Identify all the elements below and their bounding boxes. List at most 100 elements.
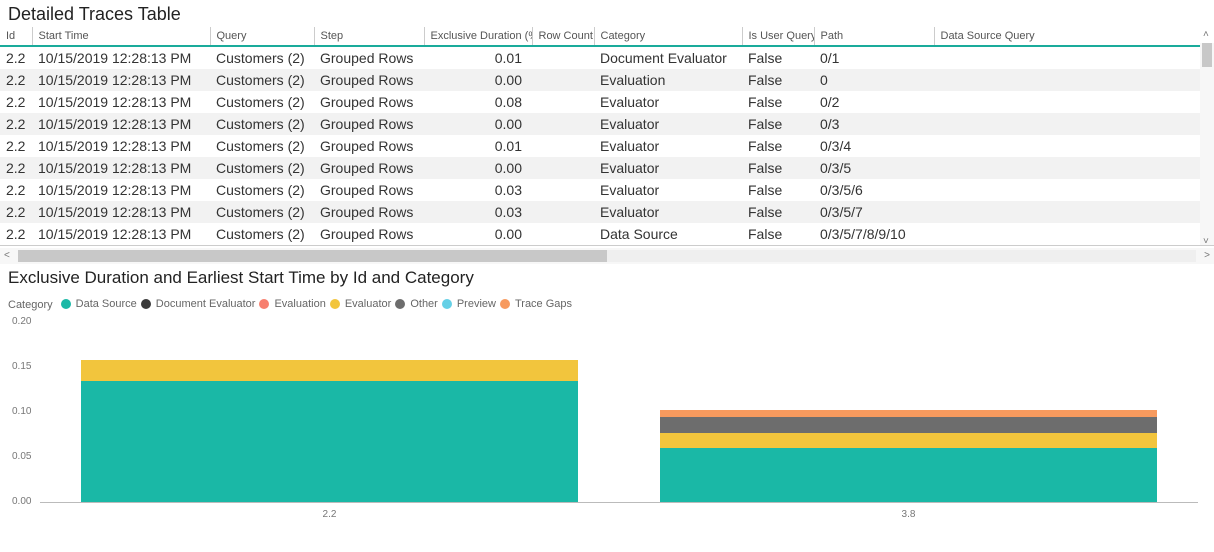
x-tick-label: 3.8 — [619, 509, 1198, 520]
bar-segment[interactable] — [660, 448, 1158, 502]
legend-label: Category — [8, 299, 53, 311]
scroll-left-icon[interactable]: < — [4, 250, 10, 261]
table-row[interactable]: 2.210/15/2019 12:28:13 PMCustomers (2)Gr… — [0, 46, 1214, 69]
table-row[interactable]: 2.210/15/2019 12:28:13 PMCustomers (2)Gr… — [0, 179, 1214, 201]
table-cell: Evaluator — [594, 91, 742, 113]
table-cell: Grouped Rows — [314, 179, 424, 201]
table-cell: 0/3/5 — [814, 157, 934, 179]
table-cell: False — [742, 46, 814, 69]
legend-swatch-icon — [442, 299, 452, 309]
table-row[interactable]: 2.210/15/2019 12:28:13 PMCustomers (2)Gr… — [0, 91, 1214, 113]
bar-slot: 3.8 — [619, 322, 1198, 502]
traces-table: IdStart TimeQueryStepExclusive Duration … — [0, 27, 1214, 245]
table-title: Detailed Traces Table — [0, 0, 1214, 27]
column-header[interactable]: Data Source Query — [934, 27, 1214, 46]
table-cell: 10/15/2019 12:28:13 PM — [32, 201, 210, 223]
x-tick-label: 2.2 — [40, 509, 619, 520]
table-cell: Grouped Rows — [314, 157, 424, 179]
table-cell: 2.2 — [0, 157, 32, 179]
legend-swatch-icon — [141, 299, 151, 309]
legend-swatch-icon — [395, 299, 405, 309]
legend-item[interactable]: Document Evaluator — [141, 298, 256, 310]
table-cell: 10/15/2019 12:28:13 PM — [32, 135, 210, 157]
column-header[interactable]: Query — [210, 27, 314, 46]
vertical-scroll-thumb[interactable] — [1202, 43, 1212, 67]
table-cell: Customers (2) — [210, 91, 314, 113]
table-cell: Customers (2) — [210, 157, 314, 179]
column-header[interactable]: Is User Query — [742, 27, 814, 46]
scroll-right-icon[interactable]: > — [1204, 250, 1210, 261]
table-cell: 0.00 — [424, 69, 532, 91]
legend-item[interactable]: Evaluator — [330, 298, 391, 310]
table-cell: Document Evaluator — [594, 46, 742, 69]
table-cell: False — [742, 69, 814, 91]
axis-line — [40, 502, 1198, 503]
table-cell: Customers (2) — [210, 223, 314, 245]
table-cell: 0.03 — [424, 179, 532, 201]
table-row[interactable]: 2.210/15/2019 12:28:13 PMCustomers (2)Gr… — [0, 223, 1214, 245]
bar-segment[interactable] — [81, 381, 579, 503]
table-cell: Grouped Rows — [314, 69, 424, 91]
column-header[interactable]: Id — [0, 27, 32, 46]
horizontal-scrollbar[interactable]: < > — [0, 248, 1214, 264]
table-header-row: IdStart TimeQueryStepExclusive Duration … — [0, 27, 1214, 46]
table-cell: 10/15/2019 12:28:13 PM — [32, 157, 210, 179]
legend-item[interactable]: Trace Gaps — [500, 298, 572, 310]
legend-text: Evaluator — [345, 298, 391, 310]
bar-segment[interactable] — [81, 360, 579, 381]
table-cell — [934, 69, 1214, 91]
chart-plot: 2.23.8 — [40, 322, 1198, 502]
column-header[interactable]: Category — [594, 27, 742, 46]
table-cell: 10/15/2019 12:28:13 PM — [32, 91, 210, 113]
column-header[interactable]: Exclusive Duration (%) — [424, 27, 532, 46]
bar-segment[interactable] — [660, 417, 1158, 433]
table-cell — [934, 179, 1214, 201]
table-row[interactable]: 2.210/15/2019 12:28:13 PMCustomers (2)Gr… — [0, 201, 1214, 223]
scroll-down-icon[interactable]: ˅ — [1203, 236, 1209, 247]
table-cell — [532, 201, 594, 223]
table-row[interactable]: 2.210/15/2019 12:28:13 PMCustomers (2)Gr… — [0, 157, 1214, 179]
traces-table-container: IdStart TimeQueryStepExclusive Duration … — [0, 27, 1214, 246]
legend-swatch-icon — [259, 299, 269, 309]
column-header[interactable]: Step — [314, 27, 424, 46]
table-cell — [934, 157, 1214, 179]
scroll-up-icon[interactable]: ˄ — [1203, 29, 1209, 40]
horizontal-scroll-thumb[interactable] — [18, 250, 607, 262]
horizontal-scroll-track[interactable] — [18, 250, 1196, 262]
table-cell: 0.00 — [424, 223, 532, 245]
y-tick-label: 0.20 — [12, 316, 31, 327]
table-cell — [532, 91, 594, 113]
column-header[interactable]: Row Count — [532, 27, 594, 46]
table-row[interactable]: 2.210/15/2019 12:28:13 PMCustomers (2)Gr… — [0, 69, 1214, 91]
stacked-bar[interactable] — [660, 410, 1158, 502]
table-cell: Evaluator — [594, 157, 742, 179]
legend-item[interactable]: Evaluation — [259, 298, 325, 310]
table-cell: 2.2 — [0, 113, 32, 135]
table-cell: Evaluator — [594, 201, 742, 223]
table-row[interactable]: 2.210/15/2019 12:28:13 PMCustomers (2)Gr… — [0, 113, 1214, 135]
column-header[interactable]: Start Time — [32, 27, 210, 46]
table-row[interactable]: 2.210/15/2019 12:28:13 PMCustomers (2)Gr… — [0, 135, 1214, 157]
table-cell — [532, 135, 594, 157]
table-cell — [532, 69, 594, 91]
table-cell: 10/15/2019 12:28:13 PM — [32, 113, 210, 135]
chart-title: Exclusive Duration and Earliest Start Ti… — [8, 268, 1206, 288]
legend-item[interactable]: Preview — [442, 298, 496, 310]
table-cell: False — [742, 113, 814, 135]
table-cell: Grouped Rows — [314, 135, 424, 157]
legend-item[interactable]: Data Source — [61, 298, 137, 310]
chart-legend: Category Data SourceDocument EvaluatorEv… — [8, 298, 1206, 312]
table-cell: 2.2 — [0, 223, 32, 245]
bar-segment[interactable] — [660, 433, 1158, 448]
table-cell: False — [742, 223, 814, 245]
table-cell — [934, 113, 1214, 135]
table-cell: False — [742, 91, 814, 113]
stacked-bar[interactable] — [81, 360, 579, 502]
table-cell: 0.08 — [424, 91, 532, 113]
vertical-scrollbar[interactable]: ˄ ˅ — [1200, 43, 1214, 245]
table-cell: Grouped Rows — [314, 201, 424, 223]
legend-item[interactable]: Other — [395, 298, 438, 310]
column-header[interactable]: Path — [814, 27, 934, 46]
table-cell: False — [742, 135, 814, 157]
table-cell: 0/3/5/7/8/9/10 — [814, 223, 934, 245]
